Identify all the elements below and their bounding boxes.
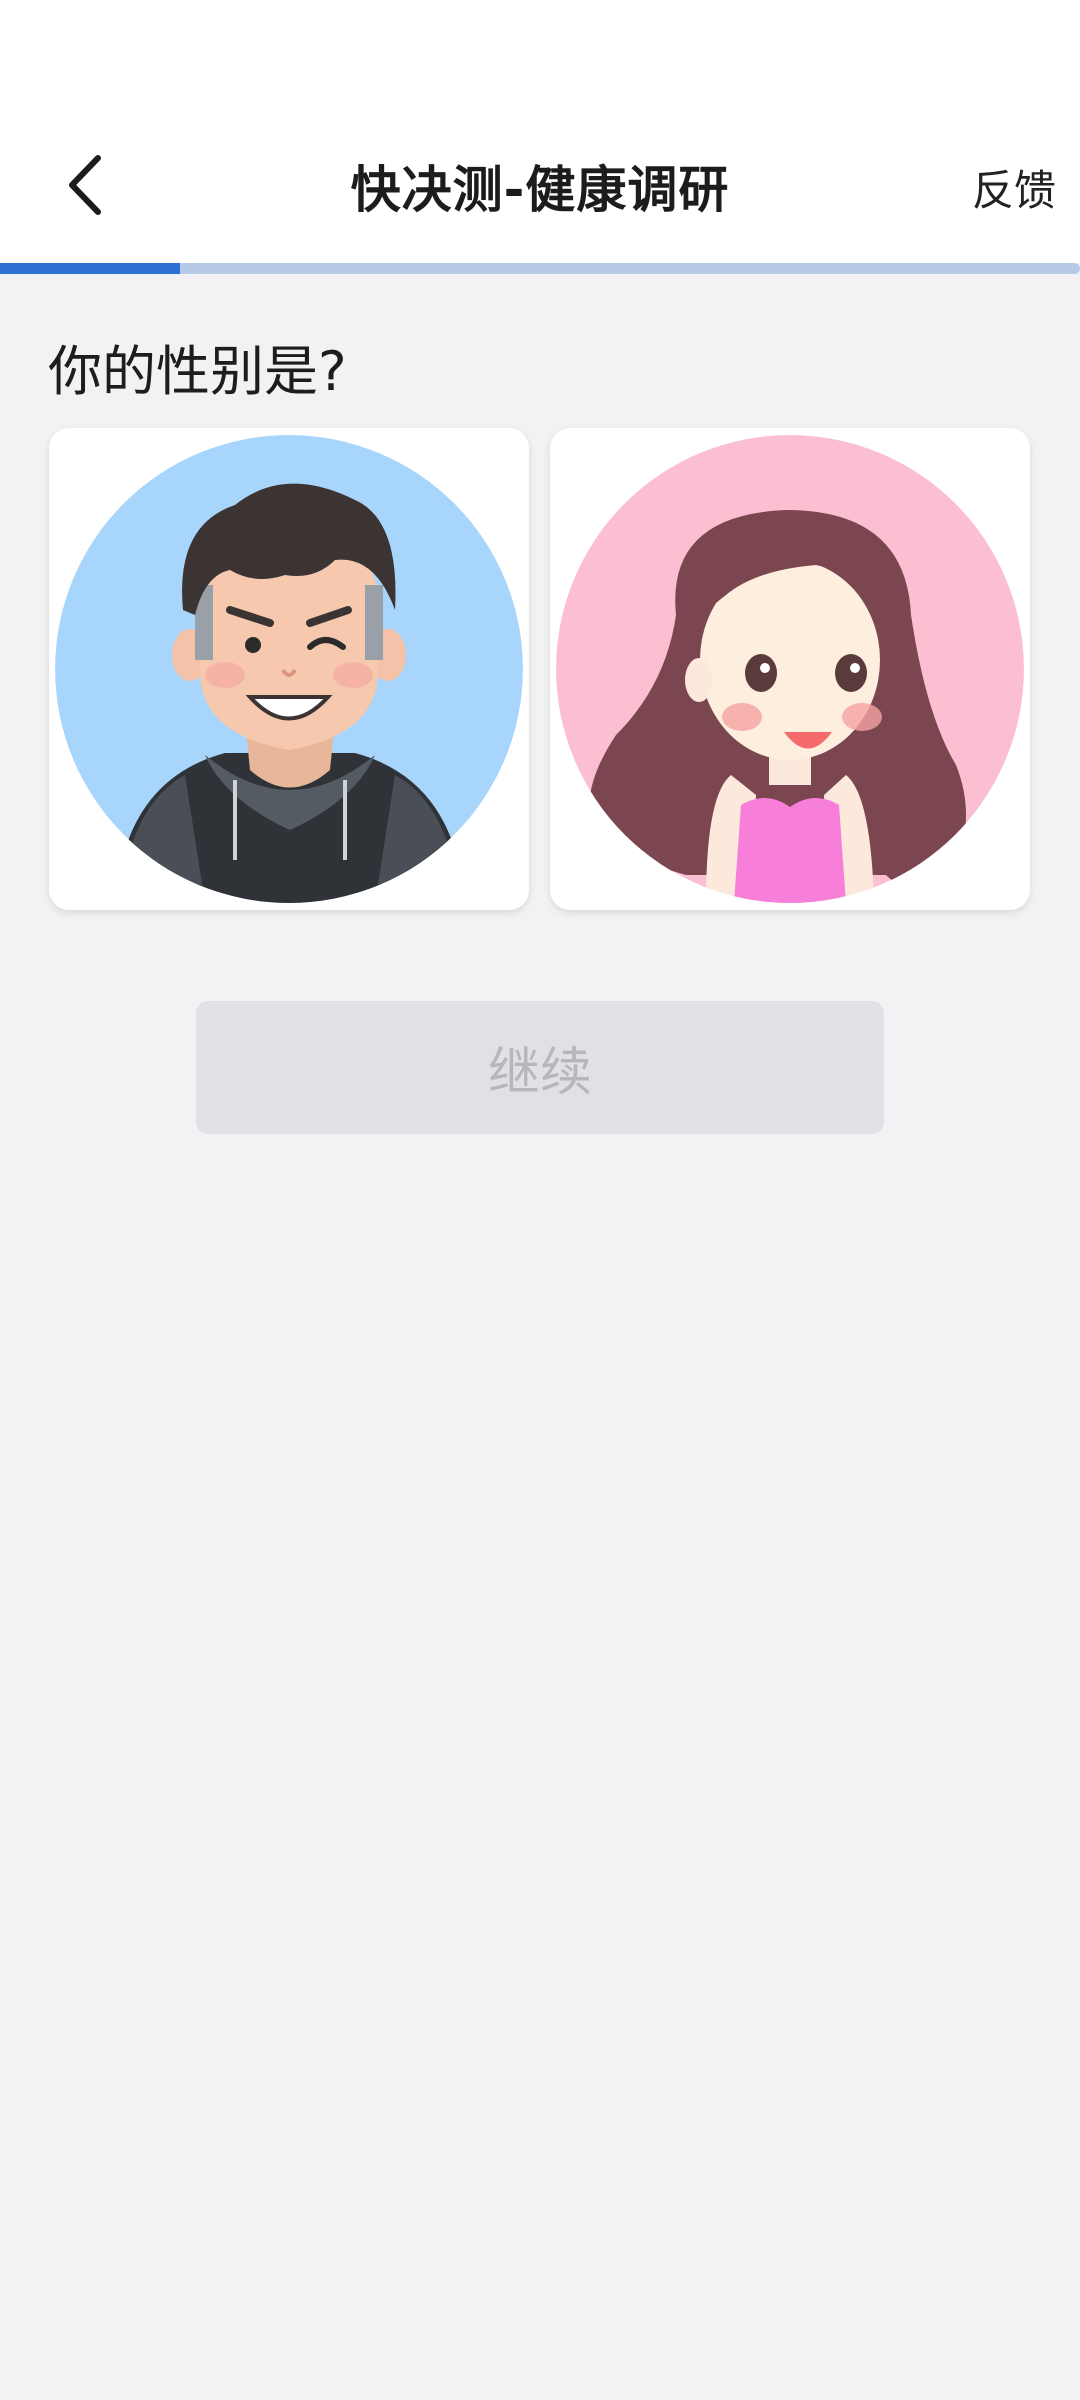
female-avatar-icon — [556, 435, 1024, 903]
top-app-bar: 快决测-健康调研 反馈 — [0, 0, 1080, 263]
progress-bar — [0, 263, 1080, 274]
question-text: 你的性别是? — [48, 340, 347, 403]
page-title: 快决测-健康调研 — [350, 161, 730, 219]
gender-option-male[interactable] — [49, 428, 529, 910]
feedback-button[interactable]: 反馈 — [972, 157, 1056, 218]
continue-button[interactable]: 继续 — [196, 1001, 884, 1134]
progress-bar-fill — [0, 263, 181, 274]
gender-option-female[interactable] — [550, 428, 1030, 910]
male-avatar-icon — [55, 435, 523, 903]
